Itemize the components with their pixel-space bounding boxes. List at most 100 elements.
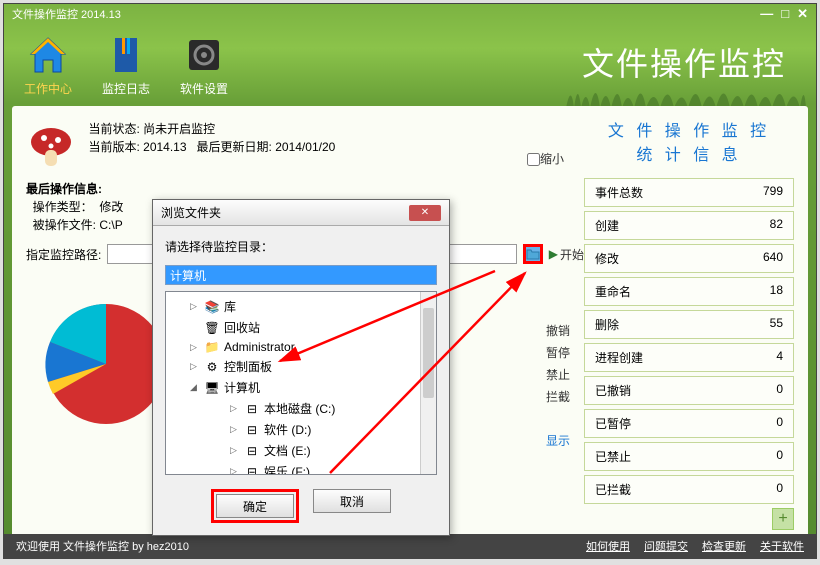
- action-show[interactable]: 显示: [546, 430, 570, 452]
- footer-links: 如何使用 问题提交 检查更新 关于软件: [586, 538, 804, 554]
- stat-row: 进程创建 4: [584, 343, 794, 372]
- stat-value: 0: [776, 415, 783, 432]
- stats-title-2: 统 计 信 息: [584, 144, 794, 168]
- drive-icon: ⊟: [244, 423, 260, 437]
- dialog-buttons: 确定 取消: [165, 489, 437, 523]
- stats-title: 文 件 操 作 监 控 统 计 信 息: [584, 120, 794, 168]
- tree-item-recycle[interactable]: 🗑回收站: [166, 317, 436, 338]
- stat-value: 4: [776, 349, 783, 366]
- nav-monitor-log[interactable]: 监控日志: [102, 34, 150, 97]
- nav-settings-label: 软件设置: [180, 80, 228, 97]
- path-label: 指定监控路径:: [26, 246, 101, 263]
- ok-highlight: 确定: [211, 489, 299, 523]
- stat-label: 进程创建: [595, 349, 643, 366]
- action-forbid[interactable]: 禁止: [546, 364, 570, 386]
- dialog-titlebar: 浏览文件夹 ✕: [153, 200, 449, 226]
- mushroom-icon: [26, 120, 76, 170]
- nav-software-settings[interactable]: 软件设置: [180, 34, 228, 97]
- stat-label: 已禁止: [595, 448, 631, 465]
- stat-label: 修改: [595, 250, 619, 267]
- maximize-button[interactable]: □: [781, 6, 789, 22]
- footer-about[interactable]: 关于软件: [760, 538, 804, 554]
- collapse-checkbox[interactable]: [527, 153, 540, 166]
- status-update-value: 2014/01/20: [275, 140, 335, 154]
- action-undo[interactable]: 撤销: [546, 320, 570, 342]
- tree-scrollbar[interactable]: [420, 292, 436, 474]
- status-current-label: 当前状态:: [88, 122, 139, 136]
- titlebar-text: 文件操作监控 2014.13: [12, 6, 121, 22]
- drive-icon: ⊟: [244, 465, 260, 476]
- tree-item-drive-f[interactable]: ▷⊟娱乐 (F:): [166, 461, 436, 475]
- drive-icon: ⊟: [244, 402, 260, 416]
- stat-label: 事件总数: [595, 184, 643, 201]
- tree-item-cpanel[interactable]: ▷⚙控制面板: [166, 356, 436, 377]
- play-icon: ▶: [549, 247, 558, 261]
- close-button[interactable]: ✕: [797, 6, 808, 22]
- stat-value: 82: [770, 217, 783, 234]
- status-version-value: 2014.13: [143, 140, 186, 154]
- start-button[interactable]: ▶开始: [549, 246, 584, 263]
- home-icon: [27, 34, 69, 76]
- dialog-path-input[interactable]: [165, 265, 437, 285]
- tree-item-library[interactable]: ▷📚库: [166, 296, 436, 317]
- footer-howto[interactable]: 如何使用: [586, 538, 630, 554]
- dialog-title: 浏览文件夹: [161, 204, 221, 221]
- cpanel-icon: ⚙: [204, 360, 220, 374]
- tree-item-drive-e[interactable]: ▷⊟文档 (E:): [166, 440, 436, 461]
- scrollbar-thumb[interactable]: [423, 308, 434, 398]
- action-block[interactable]: 拦截: [546, 386, 570, 408]
- stat-row: 重命名 18: [584, 277, 794, 306]
- computer-icon: 🖥: [204, 381, 220, 395]
- stat-value: 0: [776, 448, 783, 465]
- stats-title-1: 文 件 操 作 监 控: [584, 120, 794, 144]
- tree-item-drive-d[interactable]: ▷⊟软件 (D:): [166, 419, 436, 440]
- browse-folder-button[interactable]: [523, 244, 543, 264]
- titlebar: 文件操作监控 2014.13 — □ ✕: [4, 4, 816, 24]
- stat-label: 创建: [595, 217, 619, 234]
- status-version-label: 当前版本:: [88, 140, 139, 154]
- dialog-close-button[interactable]: ✕: [409, 205, 441, 221]
- nav-work-center[interactable]: 工作中心: [24, 34, 72, 97]
- action-links: 撤销 暂停 禁止 拦截 显示: [546, 320, 570, 452]
- stats-panel: 文 件 操 作 监 控 统 计 信 息 事件总数 799 创建 82 修改640 重命名 1…: [584, 120, 794, 537]
- folder-tree[interactable]: ▷📚库 🗑回收站 ▷📁Administrator ▷⚙控制面板 ◢🖥计算机 ▷⊟…: [165, 291, 437, 475]
- minimize-button[interactable]: —: [760, 6, 773, 22]
- last-op-title: 最后操作信息:: [26, 180, 584, 198]
- stat-row: 修改640: [584, 244, 794, 273]
- stat-row: 已暂停0: [584, 409, 794, 438]
- collapse-toggle[interactable]: 缩小: [527, 150, 564, 167]
- footer-feedback[interactable]: 问题提交: [644, 538, 688, 554]
- nav-buttons: 工作中心 监控日志 软件设置: [24, 34, 228, 97]
- add-stat-button[interactable]: +: [772, 508, 794, 530]
- stat-value: 0: [776, 382, 783, 399]
- footer-update[interactable]: 检查更新: [702, 538, 746, 554]
- action-pause[interactable]: 暂停: [546, 342, 570, 364]
- status-current-value: 尚未开启监控: [143, 122, 215, 136]
- cancel-button[interactable]: 取消: [313, 489, 391, 513]
- ok-button[interactable]: 确定: [216, 494, 294, 518]
- gear-icon: [183, 34, 225, 76]
- tree-item-admin[interactable]: ▷📁Administrator: [166, 338, 436, 356]
- stat-row: 事件总数 799: [584, 178, 794, 207]
- stat-label: 重命名: [595, 283, 631, 300]
- last-op-type-value: 修改: [99, 200, 123, 214]
- stat-value: 18: [770, 283, 783, 300]
- footer-welcome: 欢迎使用 文件操作监控 by hez2010: [16, 538, 189, 554]
- folder-icon: [526, 248, 540, 260]
- stat-value: 799: [763, 184, 783, 201]
- last-op-type-label: 操作类型：: [33, 200, 93, 214]
- status-update-label: 最后更新日期:: [197, 140, 272, 154]
- stat-value: 0: [776, 481, 783, 498]
- nav-work-label: 工作中心: [24, 80, 72, 97]
- status-block: 当前状态: 尚未开启监控 当前版本: 2014.13 最后更新日期: 2014/…: [88, 120, 335, 156]
- stat-label: 已撤销: [595, 382, 631, 399]
- tree-item-computer[interactable]: ◢🖥计算机: [166, 377, 436, 398]
- window-buttons: — □ ✕: [760, 6, 808, 22]
- header: 工作中心 监控日志 软件设置 文件操作监控: [4, 24, 816, 106]
- tree-item-drive-c[interactable]: ▷⊟本地磁盘 (C:): [166, 398, 436, 419]
- last-op-file-value: C:\P: [99, 218, 122, 232]
- stat-row: 创建 82: [584, 211, 794, 240]
- log-icon: [105, 34, 147, 76]
- nav-log-label: 监控日志: [102, 80, 150, 97]
- dialog-prompt: 请选择待监控目录：: [165, 238, 437, 255]
